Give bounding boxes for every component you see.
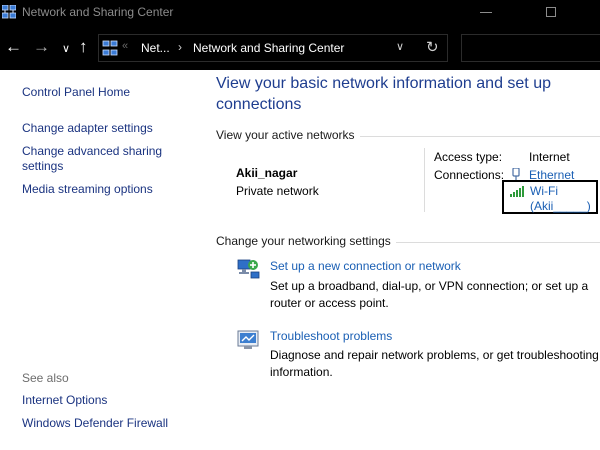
control-panel-home-link[interactable]: Control Panel Home — [22, 85, 192, 100]
divider — [360, 136, 600, 137]
troubleshoot-description: Diagnose and repair network problems, or… — [270, 348, 599, 379]
left-pane: Control Panel Home Change adapter settin… — [0, 70, 200, 450]
divider — [424, 148, 425, 212]
troubleshoot-icon — [237, 330, 259, 349]
ethernet-icon — [512, 168, 520, 180]
breadcrumb-current[interactable]: Network and Sharing Center — [193, 41, 344, 55]
wifi-signal-icon — [510, 186, 524, 197]
window-title: Network and Sharing Center — [22, 5, 174, 19]
wifi-highlight-box: Wi-Fi (Akii_____) — [502, 180, 598, 214]
connections-label: Connections: — [434, 168, 505, 182]
network-center-icon — [2, 5, 16, 19]
network-name: Akii_nagar — [236, 166, 298, 180]
see-also-heading: See also — [22, 371, 69, 385]
recent-locations-chevron-icon[interactable]: ∨ — [62, 39, 70, 59]
maximize-button[interactable] — [530, 0, 576, 26]
media-streaming-link[interactable]: Media streaming options — [22, 182, 192, 197]
page-title: View your basic network information and … — [216, 75, 551, 113]
firewall-link[interactable]: Windows Defender Firewall — [22, 416, 192, 431]
close-button[interactable] — [576, 0, 600, 26]
network-type: Private network — [236, 184, 319, 198]
wifi-link[interactable]: Wi-Fi — [530, 184, 558, 198]
setup-connection-description: Set up a broadband, dial-up, or VPN conn… — [270, 279, 589, 310]
breadcrumb-separator-icon[interactable]: › — [178, 40, 182, 54]
access-type-value: Internet — [529, 150, 570, 164]
navigation-bar: ← → ∨ ↑ « Net... › Network and Sharing C… — [0, 26, 600, 70]
active-networks-heading: View your active networks — [216, 128, 355, 142]
refresh-icon[interactable]: ↻ — [426, 38, 439, 56]
setup-connection-link[interactable]: Set up a new connection or network — [270, 259, 461, 273]
address-dropdown-icon[interactable]: ∨ — [396, 40, 404, 53]
network-center-icon — [102, 40, 118, 56]
change-adapter-settings-link[interactable]: Change adapter settings — [22, 121, 192, 136]
access-type-label: Access type: — [434, 150, 503, 164]
wifi-network-name[interactable]: (Akii_____) — [530, 199, 591, 213]
divider — [396, 242, 600, 243]
overflow-chevron-icon[interactable]: « — [122, 40, 128, 52]
maximize-icon — [546, 7, 556, 17]
new-connection-icon — [237, 259, 260, 279]
title-bar: Network and Sharing Center — [0, 0, 600, 26]
main-pane: View your basic network information and … — [200, 70, 600, 450]
minimize-button[interactable] — [464, 0, 510, 26]
troubleshoot-link[interactable]: Troubleshoot problems — [270, 329, 392, 343]
change-advanced-sharing-link[interactable]: Change advanced sharing settings — [22, 144, 192, 174]
forward-arrow-icon[interactable]: → — [33, 37, 50, 57]
internet-options-link[interactable]: Internet Options — [22, 393, 192, 408]
change-settings-heading: Change your networking settings — [216, 234, 391, 248]
minimize-icon — [480, 12, 492, 13]
up-arrow-icon[interactable]: ↑ — [79, 37, 88, 57]
address-bar[interactable]: « Net... › Network and Sharing Center ∨ … — [98, 34, 448, 62]
search-input[interactable] — [461, 34, 600, 62]
breadcrumb-network[interactable]: Net... — [141, 41, 170, 55]
back-arrow-icon[interactable]: ← — [5, 37, 22, 57]
